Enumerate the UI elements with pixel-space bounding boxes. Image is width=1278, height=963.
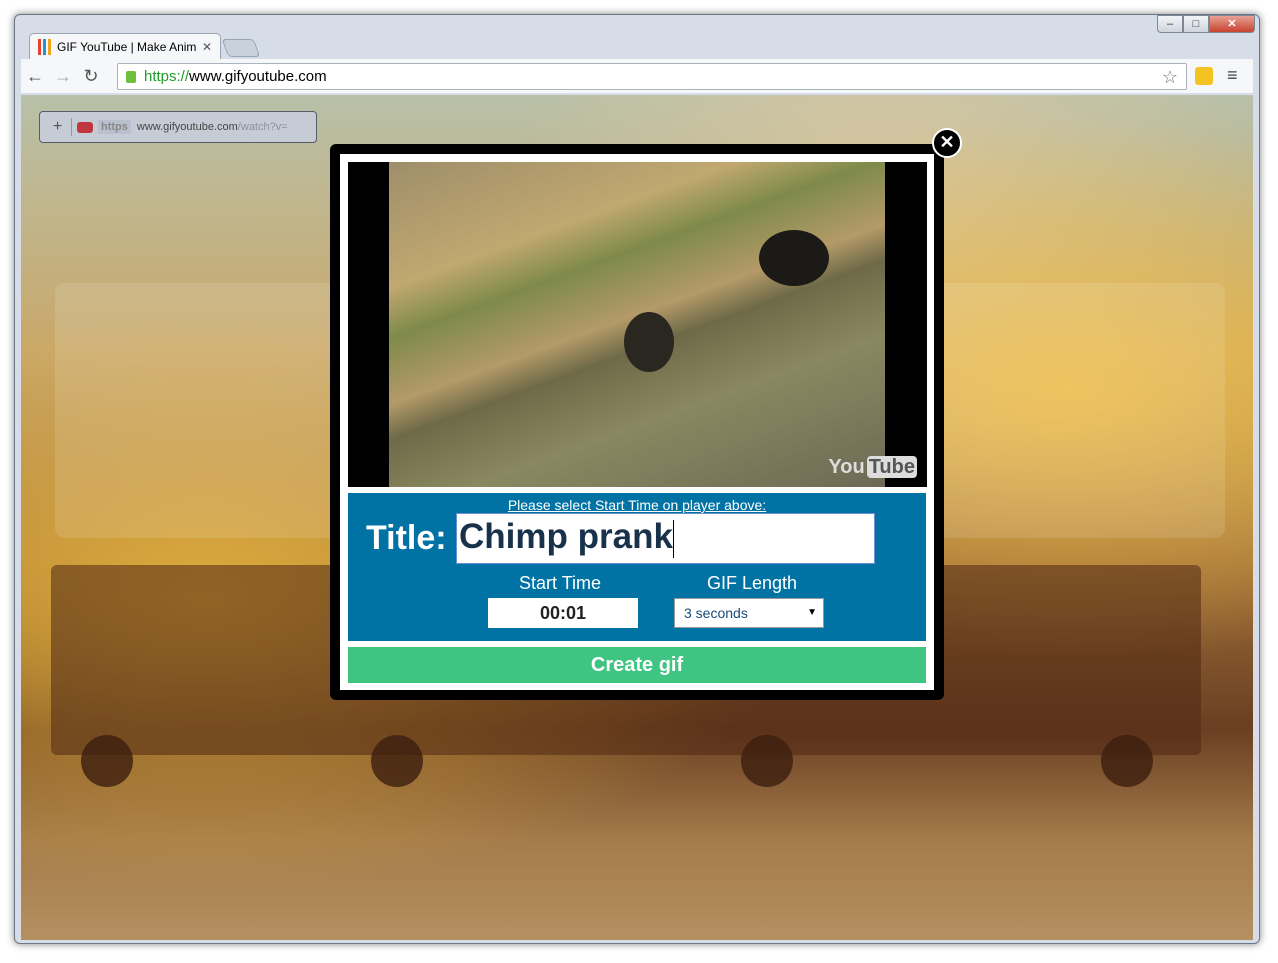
gif-form: Please select Start Time on player above… — [348, 493, 926, 641]
forward-icon[interactable]: → — [49, 66, 77, 87]
gif-modal: You Tube Please select Start Time on play… — [330, 144, 944, 700]
back-icon[interactable]: ← — [21, 66, 49, 87]
background-wheel — [81, 735, 133, 787]
create-gif-button[interactable]: Create gif — [348, 647, 926, 683]
logo-you: You — [828, 456, 865, 478]
reload-icon[interactable]: ↻ — [77, 66, 105, 87]
menu-icon[interactable]: ≡ — [1227, 65, 1238, 86]
background-wheel — [1101, 735, 1153, 787]
background-wheel — [741, 735, 793, 787]
browser-tab[interactable]: GIF YouTube | Make Anim ✕ — [29, 33, 221, 59]
youtube-icon — [77, 121, 93, 133]
url-host: www.gifyoutube.com — [189, 68, 327, 85]
title-input[interactable]: Chimp prank — [456, 513, 875, 564]
start-time-input[interactable]: 00:01 — [488, 598, 638, 628]
toolbar: ← → ↻ https:// www.gifyoutube.com ☆ ≡ — [21, 59, 1253, 93]
window-controls: – □ ✕ — [1157, 15, 1255, 33]
favicon-icon — [38, 38, 51, 55]
video-frame — [389, 162, 885, 487]
bookmark-star-icon[interactable]: ☆ — [1162, 67, 1178, 88]
address-bar[interactable]: https:// www.gifyoutube.com ☆ — [117, 63, 1187, 90]
youtube-logo[interactable]: You Tube — [826, 456, 917, 479]
minimize-button[interactable]: – — [1157, 15, 1183, 33]
video-figure — [624, 312, 674, 372]
mini-scheme: https — [98, 120, 131, 134]
plus-icon[interactable]: + — [44, 118, 72, 136]
mini-url-bar[interactable]: + https www.gifyoutube.com /watch?v= — [39, 111, 317, 143]
close-window-button[interactable]: ✕ — [1209, 15, 1255, 33]
maximize-button[interactable]: □ — [1183, 15, 1209, 33]
text-caret — [672, 519, 674, 558]
gif-length-label: GIF Length — [707, 573, 798, 593]
extension-icon[interactable] — [1195, 67, 1213, 85]
mini-url-host: www.gifyoutube.com — [136, 121, 238, 133]
background-wheel — [371, 735, 423, 787]
video-player[interactable]: You Tube — [348, 162, 927, 487]
url-scheme: https:// — [144, 68, 190, 85]
close-tab-icon[interactable]: ✕ — [202, 40, 212, 54]
title-value: Chimp prank — [459, 517, 673, 556]
title-label: Title: — [366, 519, 447, 557]
gif-length-value: 3 seconds — [684, 605, 748, 621]
new-tab-button[interactable] — [221, 39, 261, 57]
start-time-label: Start Time — [519, 573, 602, 593]
lock-icon — [126, 70, 136, 83]
mini-url-path: /watch?v= — [237, 121, 288, 133]
close-modal-icon[interactable]: ✕ — [932, 128, 962, 158]
start-time-hint[interactable]: Please select Start Time on player above… — [348, 497, 926, 513]
gif-length-select[interactable]: 3 seconds ▼ — [674, 598, 824, 628]
tab-title: GIF YouTube | Make Anim — [57, 39, 197, 54]
logo-tube: Tube — [866, 456, 917, 478]
dropdown-arrow-icon: ▼ — [807, 607, 817, 618]
video-figure — [759, 230, 829, 286]
